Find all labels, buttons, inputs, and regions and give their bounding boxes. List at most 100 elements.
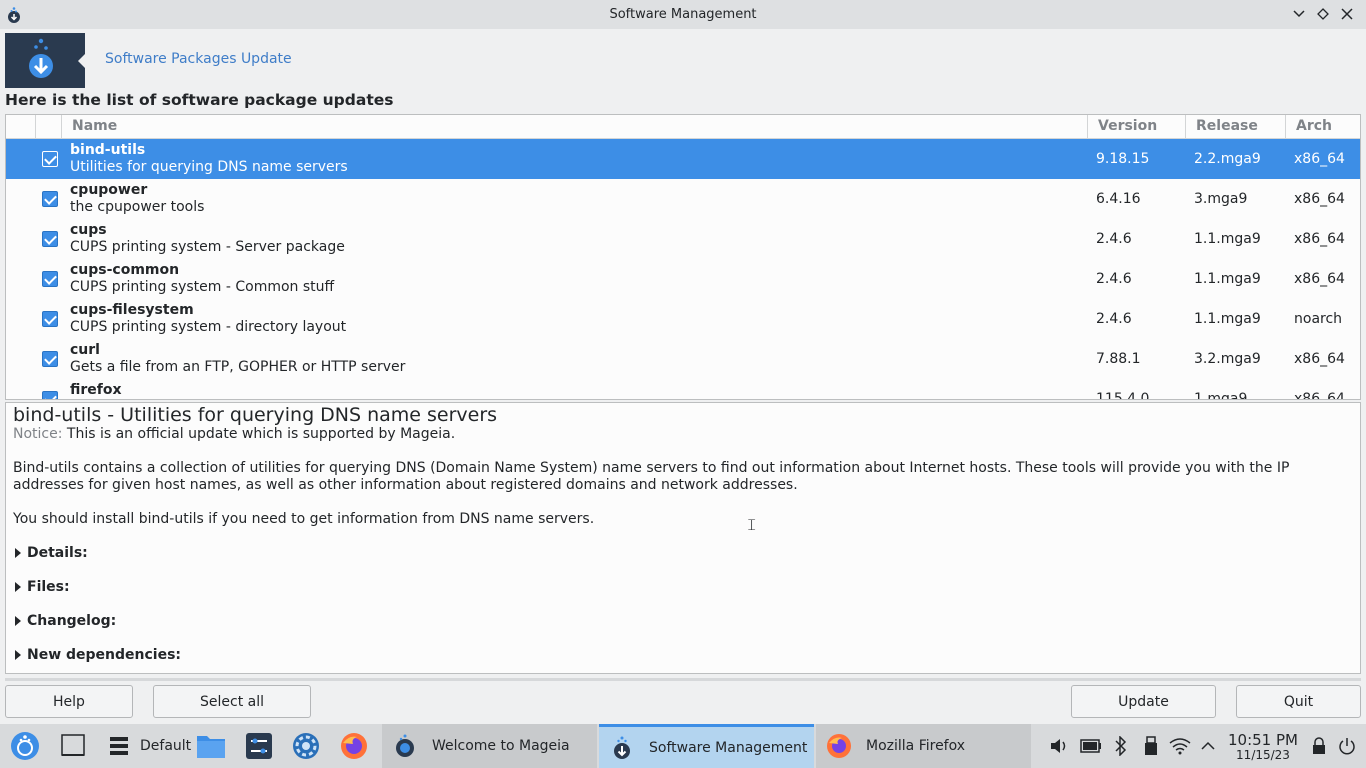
expander-new-dependencies[interactable]: New dependencies: bbox=[15, 647, 181, 663]
details-install-note: You should install bind-utils if you nee… bbox=[13, 511, 595, 527]
maximize-button[interactable] bbox=[1314, 4, 1332, 24]
details-pane: bind-utils - Utilities for querying DNS … bbox=[5, 402, 1361, 674]
package-name: cups-filesystem bbox=[70, 302, 194, 318]
details-notice: Notice: This is an official update which… bbox=[13, 426, 455, 442]
table-row[interactable]: bind-utils Utilities for querying DNS nam… bbox=[6, 139, 1360, 179]
task-mozilla-firefox[interactable]: Mozilla Firefox bbox=[816, 724, 1031, 768]
settings-launcher[interactable] bbox=[244, 731, 274, 761]
expander-details[interactable]: Details: bbox=[15, 545, 88, 561]
wifi-icon bbox=[1169, 738, 1191, 755]
volume-button[interactable] bbox=[1046, 731, 1072, 761]
quit-button[interactable]: Quit bbox=[1236, 685, 1361, 718]
task-welcome-to-mageia[interactable]: Welcome to Mageia bbox=[382, 724, 597, 768]
show-hidden-icons-button[interactable] bbox=[1196, 731, 1220, 761]
task-software-management[interactable]: Software Management bbox=[599, 724, 814, 768]
triangle-right-icon bbox=[15, 650, 21, 660]
package-checkbox[interactable] bbox=[42, 311, 58, 327]
package-release: 3.mga9 bbox=[1194, 191, 1248, 207]
column-header-release[interactable]: Release bbox=[1186, 115, 1286, 139]
expander-changelog-label: Changelog: bbox=[27, 613, 117, 629]
column-header-name[interactable]: Name bbox=[62, 115, 1088, 139]
removable-device-button[interactable] bbox=[1138, 731, 1164, 761]
list-caption: Here is the list of software package upd… bbox=[5, 91, 394, 109]
update-button[interactable]: Update bbox=[1071, 685, 1216, 718]
file-manager-launcher[interactable] bbox=[196, 731, 226, 761]
table-row[interactable]: cpupower the cpupower tools 6.4.16 3.mga9 x8… bbox=[6, 179, 1360, 219]
firefox-icon bbox=[341, 733, 367, 759]
lock-screen-button[interactable] bbox=[1306, 731, 1332, 761]
package-arch: x86_64 bbox=[1294, 271, 1345, 287]
chevron-up-icon bbox=[1201, 741, 1215, 750]
package-checkbox[interactable] bbox=[42, 391, 58, 399]
package-checkbox[interactable] bbox=[42, 151, 58, 167]
package-description: the cpupower tools bbox=[70, 199, 205, 215]
activity-label[interactable]: Default bbox=[140, 724, 191, 768]
bluetooth-button[interactable] bbox=[1108, 731, 1134, 761]
package-name: firefox bbox=[70, 382, 122, 398]
package-release: 1.mga9 bbox=[1194, 391, 1248, 400]
table-row[interactable]: curl Gets a file from an FTP, GOPHER or H… bbox=[6, 339, 1360, 379]
package-name: curl bbox=[70, 342, 100, 358]
taskbar: Default Welcome to Mageia Software Manag… bbox=[0, 724, 1366, 768]
system-settings-icon bbox=[246, 733, 272, 759]
package-arch: noarch bbox=[1294, 311, 1343, 327]
package-name: cups-common bbox=[70, 262, 180, 278]
column-header-version[interactable]: Version bbox=[1088, 115, 1186, 139]
package-checkbox[interactable] bbox=[42, 231, 58, 247]
package-version: 115.4.0 bbox=[1096, 391, 1150, 400]
table-row[interactable]: cups-common CUPS printing system - Common… bbox=[6, 259, 1360, 299]
show-desktop-button[interactable] bbox=[58, 731, 88, 761]
triangle-right-icon bbox=[15, 582, 21, 592]
triangle-right-icon bbox=[15, 548, 21, 558]
help-button[interactable]: Help bbox=[5, 685, 133, 718]
horizontal-scrollbar[interactable] bbox=[5, 678, 1361, 681]
package-name: cups bbox=[70, 222, 107, 238]
activity-switcher-icon-wrap[interactable] bbox=[104, 731, 134, 761]
header-title: Software Packages Update bbox=[105, 51, 292, 67]
package-description: CUPS printing system - Server package bbox=[70, 239, 345, 255]
expander-changelog[interactable]: Changelog: bbox=[15, 613, 116, 629]
close-icon bbox=[1341, 8, 1353, 20]
column-header-check[interactable] bbox=[36, 115, 62, 139]
package-checkbox[interactable] bbox=[42, 351, 58, 367]
package-description: CUPS printing system - directory layout bbox=[70, 319, 347, 335]
window-titlebar: Software Management bbox=[0, 0, 1366, 29]
close-button[interactable] bbox=[1338, 4, 1356, 24]
package-checkbox[interactable] bbox=[42, 271, 58, 287]
package-arch: x86_64 bbox=[1294, 391, 1345, 400]
package-checkbox[interactable] bbox=[42, 191, 58, 207]
speaker-icon bbox=[1051, 739, 1066, 753]
battery-button[interactable] bbox=[1078, 731, 1104, 761]
package-release: 2.2.mga9 bbox=[1194, 151, 1261, 167]
mageia-launcher-icon bbox=[11, 732, 39, 760]
control-center-launcher[interactable] bbox=[291, 731, 321, 761]
digital-clock[interactable]: 10:51 PM 11/15/23 bbox=[1228, 732, 1298, 762]
desktop-icon bbox=[61, 734, 85, 756]
clock-time: 10:51 PM bbox=[1228, 731, 1298, 749]
update-logo bbox=[5, 33, 85, 88]
expander-new-dependencies-label: New dependencies: bbox=[27, 647, 182, 663]
gear-icon bbox=[293, 733, 319, 759]
header-notch bbox=[78, 53, 86, 69]
package-table[interactable]: Name Version Release Arch bind-utils Util… bbox=[5, 114, 1361, 400]
leave-button[interactable] bbox=[1334, 731, 1360, 761]
table-row[interactable]: firefox 115.4.0 1.mga9 x86_64 bbox=[6, 379, 1360, 400]
chevron-down-icon bbox=[1293, 10, 1305, 18]
application-launcher[interactable] bbox=[10, 731, 40, 761]
select-all-button[interactable]: Select all bbox=[153, 685, 311, 718]
text-cursor-icon: 𝙸 bbox=[746, 515, 758, 534]
table-row[interactable]: cups-filesystem CUPS printing system - di… bbox=[6, 299, 1360, 339]
package-name: bind-utils bbox=[70, 142, 146, 158]
lock-icon bbox=[1313, 737, 1325, 754]
package-arch: x86_64 bbox=[1294, 351, 1345, 367]
column-header-blank[interactable] bbox=[6, 115, 36, 139]
column-header-arch[interactable]: Arch bbox=[1286, 115, 1360, 139]
package-arch: x86_64 bbox=[1294, 151, 1345, 167]
minimize-button[interactable] bbox=[1290, 4, 1308, 24]
firefox-launcher[interactable] bbox=[339, 731, 369, 761]
table-row[interactable]: cups CUPS printing system - Server packag… bbox=[6, 219, 1360, 259]
network-button[interactable] bbox=[1166, 731, 1194, 761]
expander-files[interactable]: Files: bbox=[15, 579, 70, 595]
usb-drive-icon bbox=[1145, 736, 1157, 755]
package-arch: x86_64 bbox=[1294, 231, 1345, 247]
